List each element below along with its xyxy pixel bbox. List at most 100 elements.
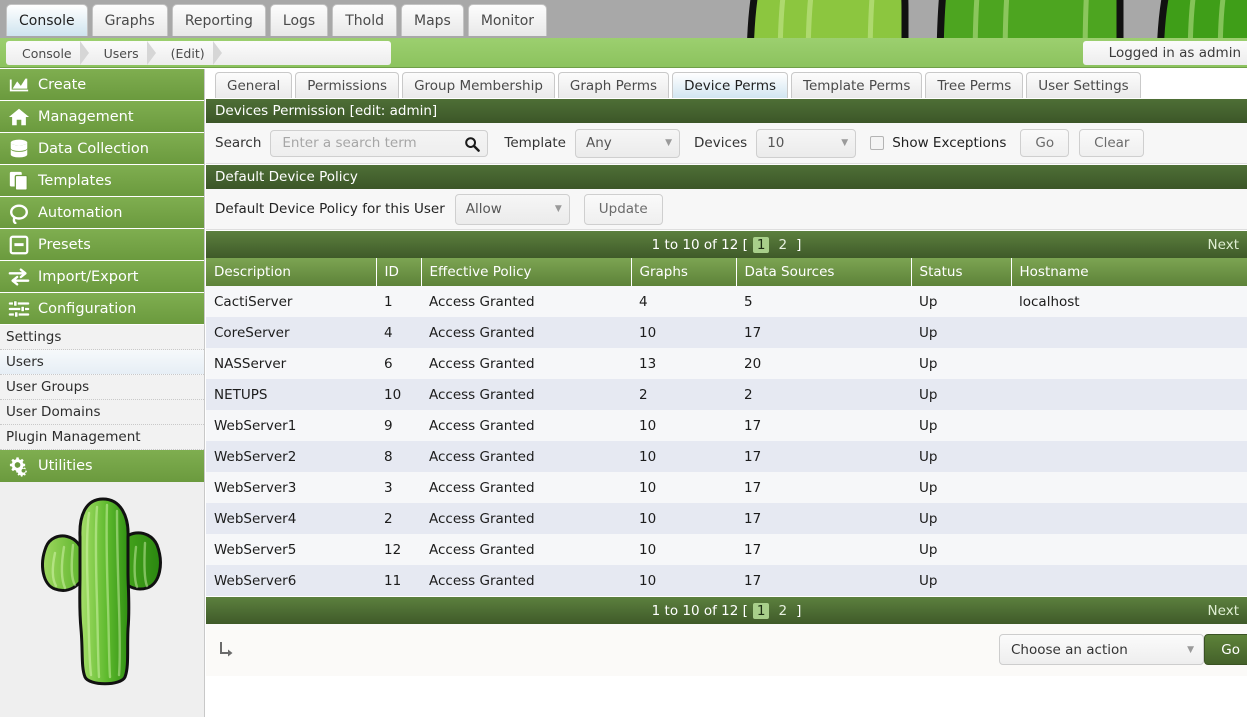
tab-permissions[interactable]: Permissions [295,72,399,98]
cell-id: 12 [376,534,421,565]
cell-id: 8 [376,441,421,472]
show-exceptions-checkbox[interactable] [870,136,884,150]
go-button[interactable]: Go [1020,129,1069,157]
cell-description[interactable]: CactiServer [206,286,376,317]
pagination-next-link[interactable]: Next [1208,231,1239,259]
sidebar-item-utilities[interactable]: Utilities [0,450,204,482]
table-row[interactable]: WebServer42Access Granted1017Up [206,503,1247,534]
top-tab-graphs[interactable]: Graphs [92,4,168,36]
table-row[interactable]: WebServer28Access Granted1017Up [206,441,1247,472]
cell-id: 11 [376,565,421,596]
column-header-status[interactable]: Status [911,258,1011,286]
lasso-icon [8,202,30,224]
table-row[interactable]: WebServer19Access Granted1017Up [206,410,1247,441]
column-header-effective-policy[interactable]: Effective Policy [421,258,631,286]
sidebar-item-user-groups[interactable]: User Groups [0,375,204,400]
top-tab-monitor[interactable]: Monitor [468,4,547,36]
search-input[interactable] [280,134,461,152]
column-header-id[interactable]: ID [376,258,421,286]
tab-label: Template Perms [803,78,910,94]
breadcrumb-item-console[interactable]: Console [6,41,88,65]
cell-description[interactable]: WebServer5 [206,534,376,565]
pagination-summary: 1 to 10 of 12 [ [652,603,748,619]
sidebar-item-data-collection[interactable]: Data Collection [0,133,204,165]
tab-group-membership[interactable]: Group Membership [402,72,555,98]
cell-description[interactable]: NASServer [206,348,376,379]
update-button[interactable]: Update [584,194,663,225]
cell-description[interactable]: WebServer1 [206,410,376,441]
pagination-page-1[interactable]: 1 [753,603,770,619]
cell-description[interactable]: NETUPS [206,379,376,410]
column-header-graphs[interactable]: Graphs [631,258,736,286]
top-tab-maps[interactable]: Maps [401,4,464,36]
pagination-next-link[interactable]: Next [1208,597,1239,625]
top-tab-thold[interactable]: Thold [332,4,397,36]
sidebar-item-templates[interactable]: Templates [0,165,204,197]
sidebar-item-plugin-management[interactable]: Plugin Management [0,425,204,450]
sidebar-item-user-domains[interactable]: User Domains [0,400,204,425]
pagination-page-2[interactable]: 2 [774,237,791,253]
devices-select[interactable]: 10 ▼ [756,129,856,158]
pagination-page-1[interactable]: 1 [753,237,770,253]
sidebar-item-configuration[interactable]: Configuration [0,293,204,325]
tab-device-perms[interactable]: Device Perms [672,72,788,98]
top-tab-reporting[interactable]: Reporting [172,4,266,36]
tab-graph-perms[interactable]: Graph Perms [558,72,669,98]
cell-description[interactable]: WebServer4 [206,503,376,534]
choose-action-select[interactable]: Choose an action ▼ [999,634,1204,665]
cell-graphs: 10 [631,317,736,348]
sidebar-item-create[interactable]: Create [0,69,204,101]
table-row[interactable]: NETUPS10Access Granted22Up [206,379,1247,410]
arrow-turn-down-right-icon[interactable] [218,640,236,660]
tab-template-perms[interactable]: Template Perms [791,72,922,98]
cell-graphs: 10 [631,503,736,534]
cell-description[interactable]: CoreServer [206,317,376,348]
column-header-description[interactable]: Description [206,258,376,286]
cell-hostname [1011,410,1247,441]
column-header-hostname[interactable]: Hostname [1011,258,1247,286]
tab-tree-perms[interactable]: Tree Perms [925,72,1023,98]
breadcrumb-item-users[interactable]: Users [88,41,155,65]
table-row[interactable]: WebServer611Access Granted1017Up [206,565,1247,596]
sidebar-item-import-export[interactable]: Import/Export [0,261,204,293]
cell-description[interactable]: WebServer6 [206,565,376,596]
sidebar-label: Create [38,77,86,93]
login-status[interactable]: Logged in as admin [1083,41,1247,65]
column-header-data-sources[interactable]: Data Sources [736,258,911,286]
action-go-button[interactable]: Go [1204,634,1247,665]
table-body: CactiServer1Access Granted45Uplocalhost … [206,286,1247,596]
cell-hostname [1011,379,1247,410]
cell-description[interactable]: WebServer2 [206,441,376,472]
chevron-down-icon: ▼ [665,138,672,148]
cell-effective-policy: Access Granted [421,317,631,348]
tab-general[interactable]: General [215,72,292,98]
table-row[interactable]: NASServer6Access Granted1320Up [206,348,1247,379]
sidebar-item-presets[interactable]: Presets [0,229,204,261]
table-row[interactable]: CoreServer4Access Granted1017Up [206,317,1247,348]
search-input-wrapper[interactable] [270,130,488,157]
sidebar-item-management[interactable]: Management [0,101,204,133]
breadcrumb-label: Users [104,46,139,61]
default-device-policy-select[interactable]: Allow ▼ [455,194,570,225]
top-tab-console[interactable]: Console [6,4,88,36]
search-label: Search [215,135,261,151]
table-row[interactable]: CactiServer1Access Granted45Uplocalhost [206,286,1247,317]
cell-status: Up [911,534,1011,565]
clear-button[interactable]: Clear [1079,129,1144,157]
top-tab-logs[interactable]: Logs [270,4,328,36]
tab-label: User Settings [1038,78,1128,94]
table-row[interactable]: WebServer512Access Granted1017Up [206,534,1247,565]
cell-data-sources: 17 [736,565,911,596]
sidebar-item-users[interactable]: Users [0,350,204,375]
top-tab-label: Maps [414,13,451,29]
table-row[interactable]: WebServer33Access Granted1017Up [206,472,1247,503]
template-select[interactable]: Any ▼ [575,129,680,158]
action-bar: Choose an action ▼ Go [206,624,1247,676]
breadcrumb-item-edit[interactable]: (Edit) [155,41,221,65]
sidebar-label: Configuration [38,301,136,317]
sidebar-item-automation[interactable]: Automation [0,197,204,229]
cell-description[interactable]: WebServer3 [206,472,376,503]
pagination-page-2[interactable]: 2 [774,603,791,619]
tab-user-settings[interactable]: User Settings [1026,72,1140,98]
sidebar-item-settings[interactable]: Settings [0,325,204,350]
